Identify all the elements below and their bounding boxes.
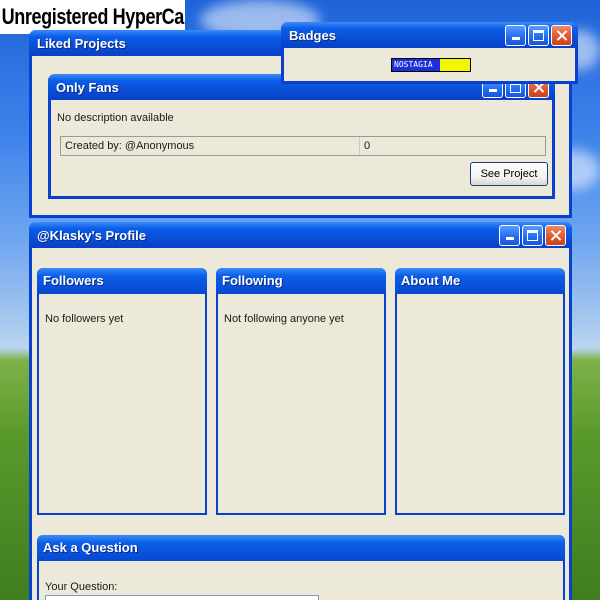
minimize-icon <box>489 88 497 92</box>
badges-titlebar[interactable]: Badges <box>281 22 578 48</box>
followers-title: Followers <box>37 268 207 294</box>
maximize-icon <box>533 29 544 41</box>
nostagia-badge[interactable]: NOSTAGIA <box>391 58 471 72</box>
watermark-text: Unregistered HyperCam 2 <box>1 4 185 29</box>
close-button[interactable] <box>551 24 572 46</box>
minimize-button[interactable] <box>505 24 526 46</box>
project-card-window: Only Fans No description available Creat… <box>48 74 555 199</box>
profile-controls <box>499 224 566 246</box>
close-button[interactable] <box>545 224 566 246</box>
about-me-panel: About Me <box>395 268 565 515</box>
badge-text: NOSTAGIA <box>394 60 433 69</box>
badge-right-half <box>440 59 470 71</box>
project-description: No description available <box>57 112 174 124</box>
profile-title: @Klasky's Profile <box>37 227 146 243</box>
question-input[interactable] <box>45 595 319 600</box>
project-card-title: Only Fans <box>56 79 119 95</box>
see-project-button[interactable]: See Project <box>470 162 548 186</box>
project-info-row: Created by: @Anonymous 0 <box>60 136 546 156</box>
minimize-icon <box>506 236 514 240</box>
profile-window: @Klasky's Profile Followers No followers… <box>29 222 572 600</box>
followers-panel: Followers No followers yet <box>37 268 207 515</box>
maximize-button[interactable] <box>522 224 543 246</box>
liked-projects-title: Liked Projects <box>37 35 126 51</box>
following-text: Not following anyone yet <box>224 313 344 325</box>
project-creator: Created by: @Anonymous <box>65 140 195 152</box>
badge-left-half: NOSTAGIA <box>392 59 440 71</box>
maximize-button[interactable] <box>528 24 549 46</box>
project-like-count: 0 <box>359 137 545 155</box>
about-me-text <box>397 294 563 332</box>
badges-controls <box>505 24 572 46</box>
badges-title: Badges <box>289 27 336 43</box>
followers-text: No followers yet <box>45 313 124 325</box>
about-me-title: About Me <box>395 268 565 294</box>
question-label: Your Question: <box>45 581 118 593</box>
minimize-button[interactable] <box>499 224 520 246</box>
ask-question-panel: Ask a Question Your Question: <box>37 535 565 600</box>
badges-window: Badges NOSTAGIA <box>281 22 578 84</box>
following-title: Following <box>216 268 386 294</box>
hypercam-watermark: Unregistered HyperCam 2 <box>0 0 185 34</box>
maximize-icon <box>527 229 538 241</box>
profile-titlebar[interactable]: @Klasky's Profile <box>29 222 572 248</box>
minimize-icon <box>512 36 520 40</box>
following-panel: Following Not following anyone yet <box>216 268 386 515</box>
ask-question-title: Ask a Question <box>37 535 565 561</box>
